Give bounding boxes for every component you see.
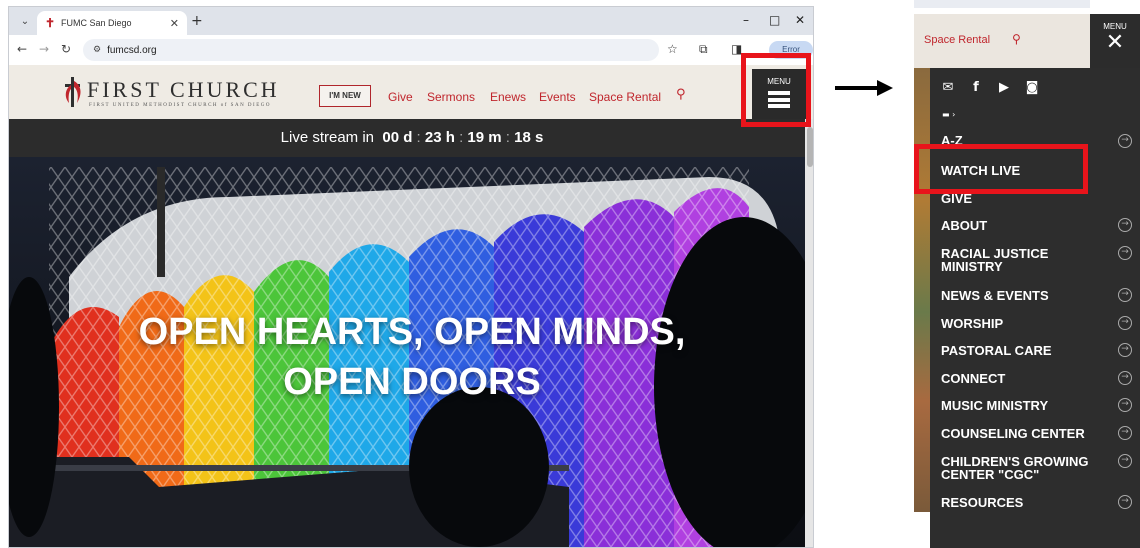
menu-item-counseling-center[interactable]: COUNSELING CENTER [941,427,1111,440]
maximize-icon[interactable]: □ [769,13,780,27]
hero-banner: OPEN HEARTS, OPEN MINDS, OPEN DOORS [9,157,813,547]
youtube-icon[interactable]: ▶ [996,80,1012,96]
site-info-icon[interactable]: ⚙ [93,45,101,55]
nav-sermons[interactable]: Sermons [427,90,475,104]
background-image-strip [914,68,930,512]
tab-search-icon[interactable]: ⌄ [15,13,35,31]
hero-line-1: OPEN HEARTS, OPEN MINDS, [138,311,686,353]
menu-panel-header: Space Rental ⚲ [914,14,1090,68]
url-text: fumcsd.org [107,44,157,56]
tab-strip: ⌄ ✝ FUMC San Diego ✕ + – □ ✕ [9,7,813,35]
menu-item-resources[interactable]: RESOURCES [941,496,1111,509]
logo-title[interactable]: FIRST CHURCH [87,77,280,103]
menu-item-music-ministry[interactable]: MUSIC MINISTRY [941,399,1111,412]
countdown-minutes: 19 m [467,129,502,146]
extensions-icon[interactable]: ⧉ [699,42,708,57]
url-bar[interactable]: ⚙ fumcsd.org [83,39,659,61]
instagram-icon[interactable]: ◙ [1024,80,1040,96]
arrow-circle-icon[interactable]: → [1118,426,1132,440]
menu-item-cgc-line2: CENTER "CGC" [941,467,1040,482]
arrow-circle-icon[interactable]: → [1118,246,1132,260]
social-links: ✉ f ▶ ◙ [940,80,1040,96]
close-tab-icon[interactable]: ✕ [170,17,179,30]
arrow-circle-icon[interactable]: → [1118,398,1132,412]
arrow-circle-icon[interactable]: → [1118,371,1132,385]
menu-item-worship[interactable]: WORSHIP [941,317,1111,330]
countdown-days: 00 d [382,129,413,146]
back-icon[interactable]: ← [17,42,27,56]
livestream-prefix: Live stream in [280,129,375,146]
arrow-circle-icon[interactable]: → [1118,343,1132,357]
open-menu-screenshot: Space Rental ⚲ MENU ✕ ✉ f ▶ ◙ ▬ › A-Z → … [914,0,1140,548]
address-bar-row: ← → ↻ ⚙ fumcsd.org ☆ ⧉ ◨ Error [9,35,813,65]
scrollbar-thumb[interactable] [807,127,813,167]
bookmark-star-icon[interactable]: ☆ [667,42,678,56]
menu-item-childrens-growing-center[interactable]: CHILDREN'S GROWING CENTER "CGC" [941,455,1111,481]
email-icon[interactable]: ✉ [940,80,956,96]
arrow-circle-icon[interactable]: → [1118,316,1132,330]
minimize-icon[interactable]: – [743,13,749,27]
nav-enews[interactable]: Enews [490,90,526,104]
panel-space-rental-link[interactable]: Space Rental [924,34,990,46]
arrow-circle-icon[interactable]: → [1118,495,1132,509]
church-logo-icon[interactable] [61,77,85,107]
close-window-icon[interactable]: ✕ [795,13,805,27]
menu-item-connect[interactable]: CONNECT [941,372,1111,385]
nav-space-rental[interactable]: Space Rental [589,90,661,104]
im-new-button[interactable]: I'M NEW [319,85,371,107]
countdown-seconds: 18 s [514,129,544,146]
menu-item-about[interactable]: ABOUT [941,219,1111,232]
logo-subtitle: FIRST UNITED METHODIST CHURCH of SAN DIE… [89,103,271,108]
menu-item-racial-justice[interactable]: RACIAL JUSTICE MINISTRY [941,247,1111,273]
page-scrollbar[interactable] [805,119,813,547]
menu-highlight-box [741,53,811,127]
arrow-circle-icon[interactable]: → [1118,288,1132,302]
close-icon: ✕ [1105,30,1125,55]
arrow-circle-icon[interactable]: → [1118,218,1132,232]
menu-item-racial-justice-line2: MINISTRY [941,259,1003,274]
countdown-hours: 23 h [424,129,455,146]
browser-edge [914,0,1090,8]
arrow-circle-icon[interactable]: → [1118,134,1132,148]
menu-item-news-events[interactable]: NEWS & EVENTS [941,289,1111,302]
new-tab-icon[interactable]: + [191,13,203,29]
tab-title: FUMC San Diego [61,18,132,28]
facebook-icon[interactable]: f [968,80,984,96]
favicon-icon: ✝ [45,16,56,30]
site-header: FIRST CHURCH FIRST UNITED METHODIST CHUR… [9,65,813,119]
watch-live-highlight-box [914,144,1088,194]
reload-icon[interactable]: ↻ [61,42,71,56]
hero-line-2: OPEN DOORS [283,361,541,403]
arrow-circle-icon[interactable]: → [1118,454,1132,468]
arrow-right-icon [835,80,893,96]
nav-events[interactable]: Events [539,90,576,104]
small-menu-icon: ▬ › [942,110,956,119]
forward-icon[interactable]: → [39,42,49,56]
search-icon[interactable]: ⚲ [676,87,686,102]
nav-give[interactable]: Give [388,90,413,104]
livestream-countdown: Live stream in 00 d : 23 h : 19 m : 18 s [9,119,813,157]
hero-headline: OPEN HEARTS, OPEN MINDS, OPEN DOORS [9,307,813,407]
menu-item-pastoral-care[interactable]: PASTORAL CARE [941,344,1111,357]
browser-tab[interactable]: ✝ FUMC San Diego ✕ [37,11,187,35]
menu-close-button[interactable]: MENU ✕ [1090,14,1140,68]
browser-window: ⌄ ✝ FUMC San Diego ✕ + – □ ✕ ← → ↻ ⚙ fum… [8,6,814,548]
panel-search-icon[interactable]: ⚲ [1012,32,1021,46]
